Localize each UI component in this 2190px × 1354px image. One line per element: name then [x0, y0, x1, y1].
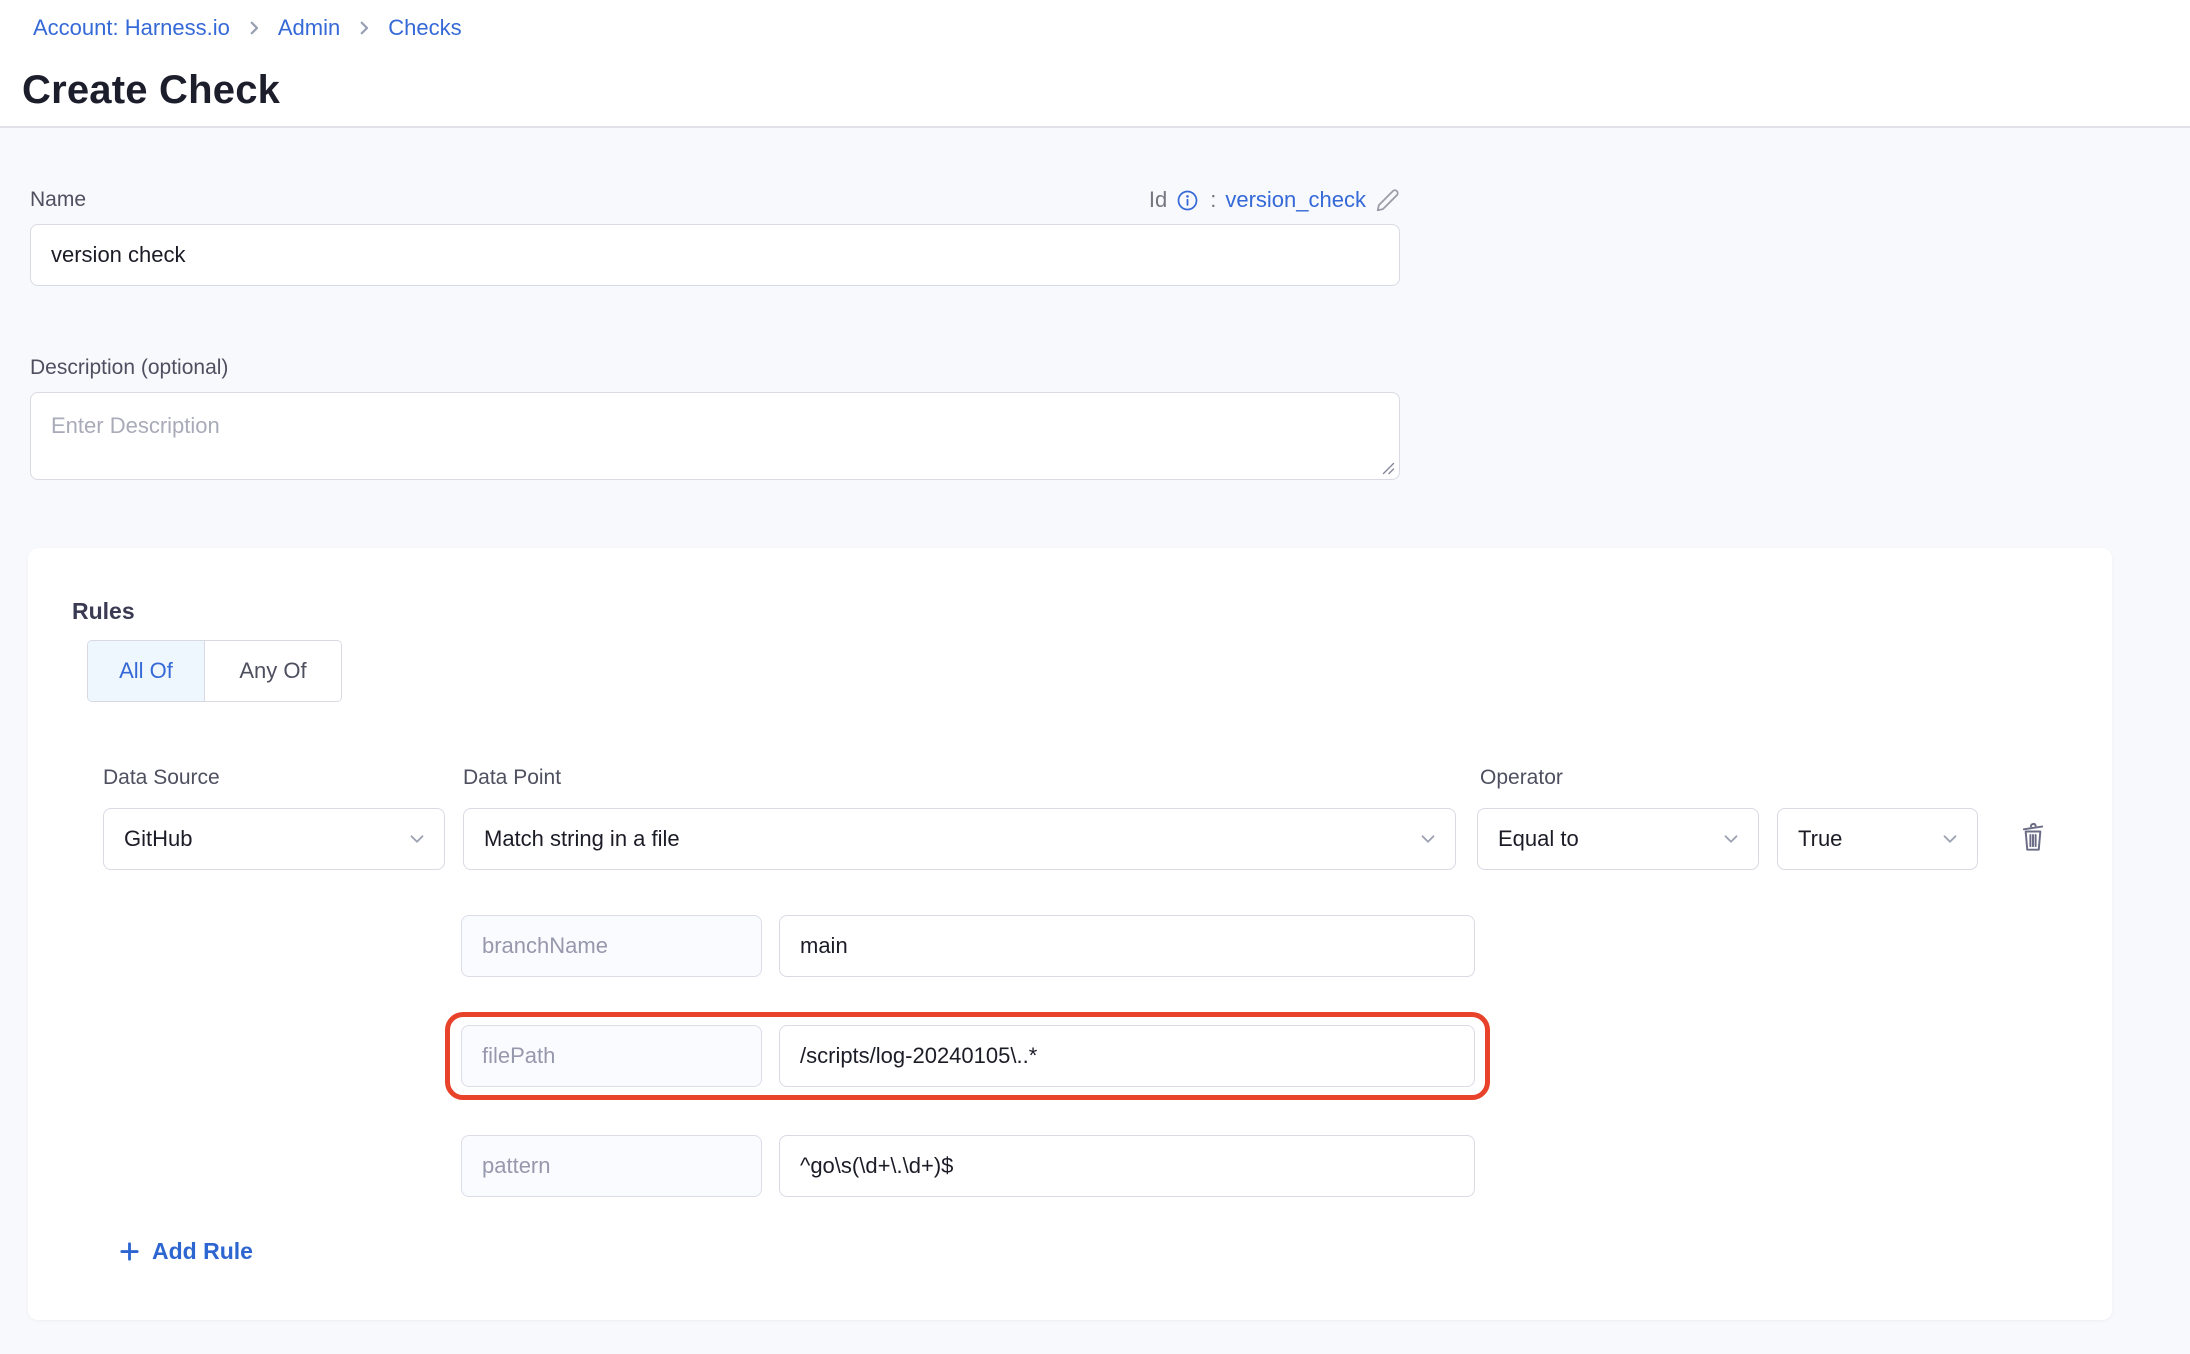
param-value-pattern-input[interactable] — [779, 1135, 1475, 1197]
rules-label: Rules — [72, 598, 135, 625]
plus-icon — [118, 1240, 141, 1263]
name-input[interactable] — [30, 224, 1400, 286]
breadcrumb-admin-link[interactable]: Admin — [278, 15, 340, 41]
param-key-branchname: branchName — [461, 915, 762, 977]
data-source-select[interactable]: GitHub — [103, 808, 445, 870]
param-value-branchname-input[interactable] — [779, 915, 1475, 977]
rules-card: Rules All Of Any Of Data Source Data Poi… — [28, 548, 2112, 1320]
operator-value: Equal to — [1498, 826, 1579, 852]
param-key-pattern: pattern — [461, 1135, 762, 1197]
chevron-right-icon — [355, 19, 373, 37]
param-value-filepath-input[interactable] — [779, 1025, 1475, 1087]
info-icon[interactable] — [1176, 189, 1199, 212]
breadcrumb-account-link[interactable]: Account: Harness.io — [33, 15, 230, 41]
data-point-label: Data Point — [463, 766, 561, 790]
page-title: Create Check — [22, 68, 280, 112]
data-source-value: GitHub — [124, 826, 192, 852]
name-label-row: Name Id : version_check — [30, 182, 1400, 218]
data-point-select[interactable]: Match string in a file — [463, 808, 1456, 870]
operator-label: Operator — [1480, 766, 1563, 790]
add-rule-button[interactable]: Add Rule — [118, 1236, 253, 1266]
breadcrumb-checks-link[interactable]: Checks — [388, 15, 461, 41]
rules-condition-toggle: All Of Any Of — [87, 640, 342, 702]
name-label: Name — [30, 188, 86, 212]
description-field — [30, 392, 1400, 480]
chevron-down-icon — [406, 828, 428, 850]
id-value-link[interactable]: version_check — [1225, 187, 1366, 213]
any-of-button[interactable]: Any Of — [204, 641, 341, 701]
param-key-filepath: filePath — [461, 1025, 762, 1087]
chevron-down-icon — [1720, 828, 1742, 850]
id-label: Id — [1149, 187, 1167, 213]
add-rule-label: Add Rule — [152, 1238, 253, 1265]
trash-icon — [2017, 820, 2049, 857]
data-point-value: Match string in a file — [484, 826, 680, 852]
id-display: Id : version_check — [1149, 187, 1400, 213]
chevron-down-icon — [1939, 828, 1961, 850]
all-of-button[interactable]: All Of — [88, 641, 204, 701]
operator-select[interactable]: Equal to — [1477, 808, 1759, 870]
chevron-right-icon — [245, 19, 263, 37]
operator-value-selected: True — [1798, 826, 1842, 852]
id-separator: : — [1210, 187, 1216, 213]
description-label: Description (optional) — [30, 356, 228, 380]
page-header: Account: Harness.io Admin Checks Create … — [0, 0, 2190, 128]
delete-rule-button[interactable] — [2009, 814, 2057, 862]
edit-icon[interactable] — [1375, 188, 1400, 213]
resize-handle-icon[interactable] — [1380, 460, 1395, 475]
data-source-label: Data Source — [103, 766, 220, 790]
description-textarea[interactable] — [30, 392, 1400, 480]
chevron-down-icon — [1417, 828, 1439, 850]
breadcrumb: Account: Harness.io Admin Checks — [33, 13, 462, 43]
operator-value-select[interactable]: True — [1777, 808, 1978, 870]
